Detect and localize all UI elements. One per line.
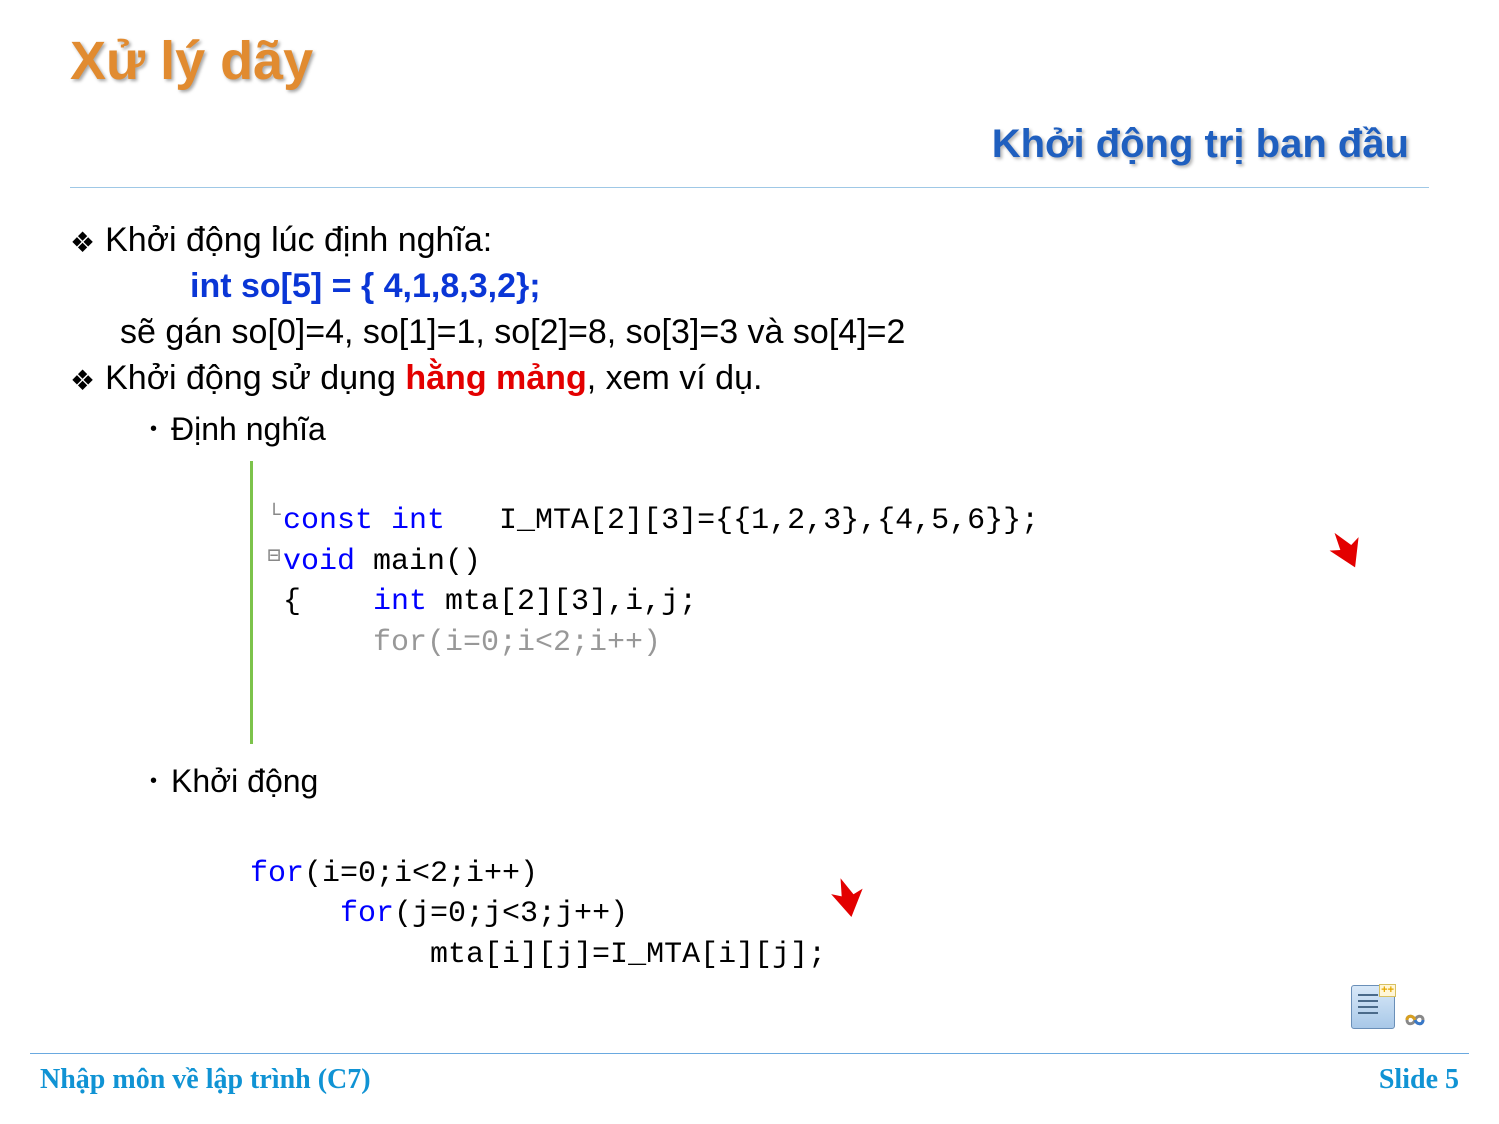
keyword-int: int — [190, 267, 232, 305]
visual-studio-infinity-icon — [1401, 1011, 1429, 1029]
dot-bullet-icon: • — [150, 768, 157, 795]
explanation-text: sẽ gán so[0]=4, so[1]=1, so[2]=8, so[3]=… — [120, 310, 1429, 356]
fold-end-icon: └ — [265, 501, 283, 531]
fold-minus-icon: ⊟ — [265, 542, 283, 572]
sub-bullet-define: • Định nghĩa — [150, 408, 1429, 451]
bullet-text-2: Khởi động sử dụng hằng mảng, xem ví dụ. — [105, 356, 762, 402]
footer-course-label: Nhập môn về lập trình (C7) — [40, 1064, 371, 1096]
divider-top — [70, 187, 1429, 188]
code1-l2-rest: main() — [355, 545, 481, 579]
code-array-declaration: int so[5] = { 4,1,8,3,2}; — [190, 264, 1429, 310]
diamond-bullet-icon: ❖ — [70, 218, 95, 262]
slide-container: Xử lý dãy Khởi động trị ban đầu ❖ Khởi đ… — [0, 0, 1499, 1124]
code-block-define: └const int I_MTA[2][3]={{1,2,3},{4,5,6}}… — [250, 461, 1429, 745]
kw-for-2: for — [340, 897, 394, 931]
visual-studio-cpp-file-icon — [1351, 985, 1395, 1029]
kw-const-int: const int — [283, 504, 445, 538]
bullet-text: Khởi động lúc định nghĩa: — [105, 218, 492, 264]
kw-int-2: int — [373, 585, 427, 619]
visual-studio-icon-group — [1351, 985, 1429, 1029]
red-arrow-icon — [680, 837, 720, 877]
highlight-hang-mang: hằng mảng — [405, 359, 586, 397]
bullet-init-const-array: ❖ Khởi động sử dụng hằng mảng, xem ví dụ… — [70, 356, 1429, 402]
code2-l2-rest: (j=0;j<3;j++) — [394, 897, 628, 931]
code1-l3-rest: mta[2][3],i,j; — [427, 585, 697, 619]
bullet-init-on-define: ❖ Khởi động lúc định nghĩa: — [70, 218, 1429, 264]
code-rest: so[5] = { 4,1,8,3,2}; — [232, 267, 541, 305]
kw-void: void — [283, 545, 355, 579]
code1-l4: for(i=0;i<2;i++) — [283, 626, 661, 660]
red-arrow-icon — [1179, 491, 1219, 531]
slide-subtitle: Khởi động trị ban đầu — [70, 122, 1409, 167]
code-block-init: for(i=0;i<2;i++) for(j=0;j<3;j++) mta[i]… — [250, 813, 1429, 1056]
code1-l3-open: { — [283, 585, 373, 619]
code2-l1-rest: (i=0;i<2;i++) — [304, 857, 538, 891]
code1-l1-rest: I_MTA[2][3]={{1,2,3},{4,5,6}}; — [445, 504, 1039, 538]
footer-slide-number: Slide 5 — [1379, 1064, 1459, 1096]
kw-for-1: for — [250, 857, 304, 891]
slide-title: Xử lý dãy — [70, 30, 1429, 92]
divider-footer — [30, 1053, 1469, 1054]
dot-bullet-icon: • — [150, 416, 157, 443]
sub-bullet-label: Định nghĩa — [171, 408, 326, 451]
diamond-bullet-icon: ❖ — [70, 356, 95, 400]
sub-bullet-init: • Khởi động — [150, 760, 1429, 803]
slide-body: ❖ Khởi động lúc định nghĩa: int so[5] = … — [70, 218, 1429, 1056]
sub-bullet-label-2: Khởi động — [171, 760, 318, 803]
